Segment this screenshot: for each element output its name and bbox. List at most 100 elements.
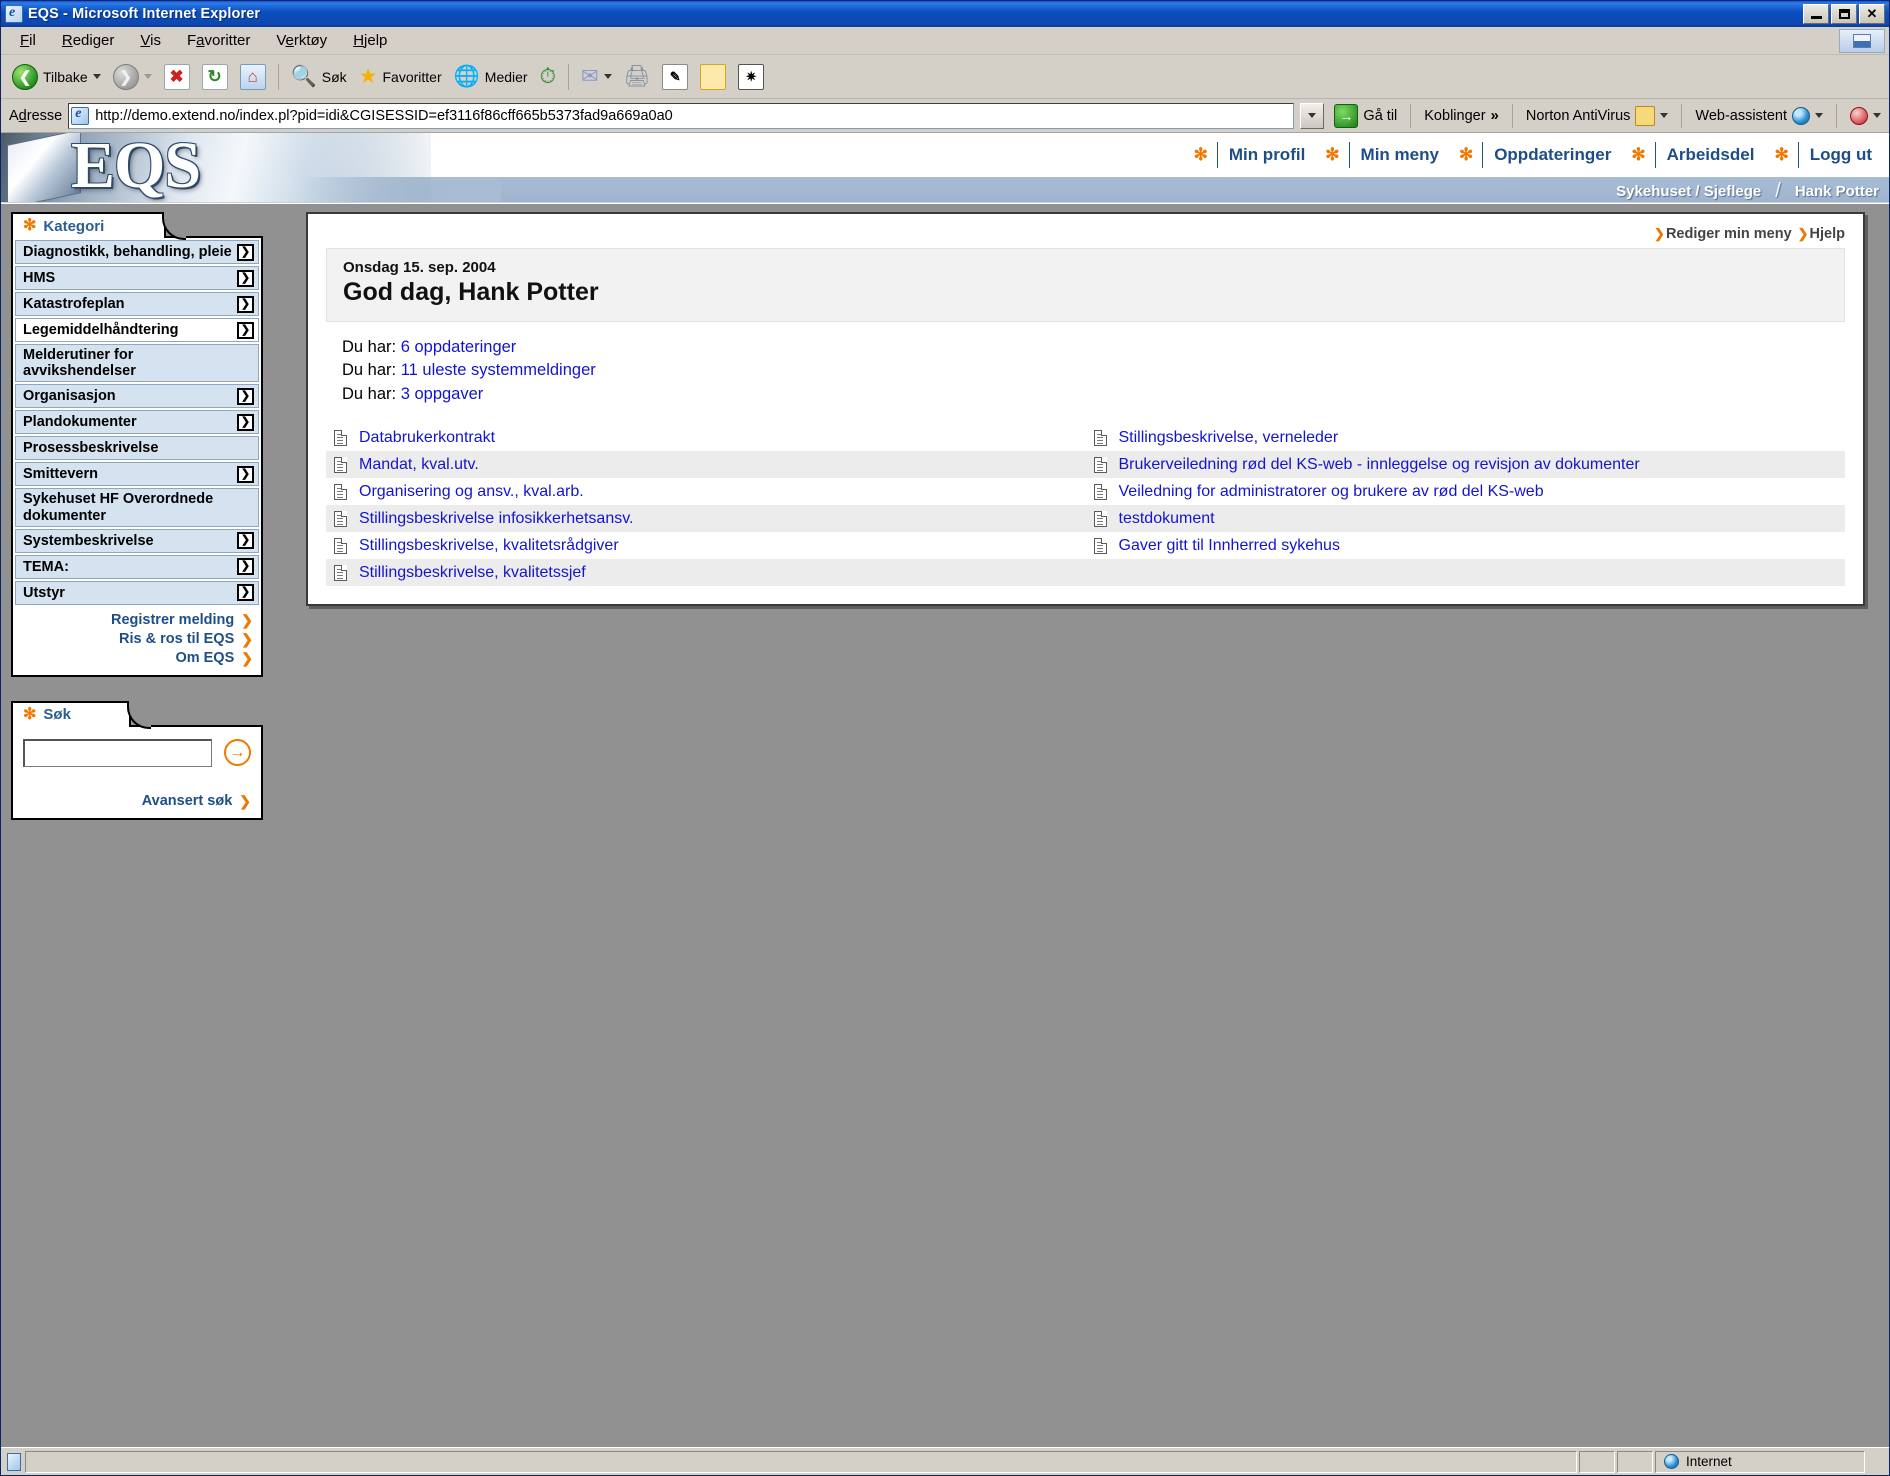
mail-dropdown-icon[interactable]	[603, 74, 612, 79]
acrobat-dropdown-icon[interactable]	[1873, 113, 1881, 118]
expand-arrow-icon[interactable]: ❯	[237, 413, 254, 431]
document-link[interactable]: Stillingsbeskrivelse infosikkerhetsansv.	[359, 510, 633, 528]
menu-vis[interactable]: Vis	[127, 29, 174, 52]
document-link[interactable]: testdokument	[1119, 510, 1215, 528]
sidebar-item-tema[interactable]: TEMA: ❯	[15, 554, 259, 579]
tasks-link[interactable]: 3 oppgaver	[401, 385, 484, 403]
refresh-button[interactable]: ↻	[197, 59, 233, 95]
system-messages-link[interactable]: 11 uleste systemmeldinger	[401, 361, 596, 379]
sidebar-item-melderutiner[interactable]: Melderutiner for avvikshendelser	[15, 344, 259, 383]
sidebar-item-diagnostikk[interactable]: Diagnostikk, behandling, pleie ❯	[15, 240, 259, 264]
sidebar-item-plandokumenter[interactable]: Plandokumenter ❯	[15, 410, 259, 435]
document-link[interactable]: Gaver gitt til Innherred sykehus	[1119, 537, 1340, 555]
address-input[interactable]: http://demo.extend.no/index.pl?pid=idi&C…	[68, 102, 1295, 129]
sidebar-item-utstyr[interactable]: Utstyr ❯	[15, 580, 259, 605]
advanced-search-link[interactable]: Avansert søk ❯	[23, 793, 251, 810]
address-dropdown-button[interactable]	[1300, 102, 1325, 129]
quick-link-om-eqs[interactable]: Om EQS ❯	[15, 649, 253, 668]
expand-arrow-icon[interactable]: ❯	[237, 465, 254, 483]
sidebar-item-smittevern[interactable]: Smittevern ❯	[15, 462, 259, 487]
table-row[interactable]: Brukerveiledning rød del KS-web - innleg…	[1085, 451, 1845, 479]
sidebar-item-organisasjon[interactable]: Organisasjon ❯	[15, 384, 259, 409]
web-assistent-button[interactable]: Web-assistent	[1691, 106, 1827, 125]
quick-link-registrer-melding[interactable]: Registrer melding ❯	[15, 611, 253, 630]
menu-fil[interactable]: Fil	[7, 29, 49, 52]
go-button[interactable]: → Gå til	[1330, 103, 1401, 128]
document-link[interactable]: Mandat, kval.utv.	[359, 456, 479, 474]
sidebar-item-hms[interactable]: HMS ❯	[15, 266, 259, 290]
media-button[interactable]: 🌐 Medier	[449, 59, 533, 95]
nav-logg-ut[interactable]: Logg ut	[1799, 145, 1883, 165]
table-row[interactable]: Mandat, kval.utv.	[326, 451, 1086, 479]
forward-dropdown-icon[interactable]	[143, 74, 152, 79]
minimize-button[interactable]	[1803, 4, 1829, 24]
sidebar-item-katastrofeplan[interactable]: Katastrofeplan ❯	[15, 292, 259, 316]
links-button[interactable]: Koblinger »	[1420, 107, 1503, 124]
home-button[interactable]: ⌂	[235, 59, 271, 95]
sidebar-item-systembeskrivelse[interactable]: Systembeskrivelse ❯	[15, 528, 259, 553]
expand-arrow-icon[interactable]: ❯	[237, 269, 254, 287]
table-row[interactable]: Organisering og ansv., kval.arb.	[326, 478, 1086, 505]
discuss-button[interactable]	[695, 59, 731, 95]
document-link[interactable]: Stillingsbeskrivelse, verneleder	[1119, 429, 1339, 447]
favorites-button[interactable]: ★ Favoritter	[354, 59, 447, 95]
mail-button[interactable]: ✉	[576, 59, 617, 95]
edit-my-menu-link[interactable]: Rediger min meny	[1666, 226, 1792, 242]
acrobat-toolbar-button[interactable]	[1846, 106, 1885, 125]
close-button[interactable]: ✕	[1859, 4, 1885, 24]
expand-arrow-icon[interactable]: ❯	[237, 584, 254, 602]
table-row[interactable]: Veiledning for administratorer og bruker…	[1086, 478, 1846, 505]
norton-antivirus-button[interactable]: Norton AntiVirus	[1522, 105, 1673, 126]
table-row[interactable]: Stillingsbeskrivelse infosikkerhetsansv.	[326, 505, 1086, 533]
search-button[interactable]: 🔍 Søk	[286, 59, 352, 95]
expand-arrow-icon[interactable]: ❯	[237, 387, 254, 405]
norton-dropdown-icon[interactable]	[1660, 113, 1669, 118]
eqs-logo[interactable]: EQS	[71, 133, 201, 201]
table-row[interactable]: Gaver gitt til Innherred sykehus	[1086, 532, 1846, 559]
table-row[interactable]: Stillingsbeskrivelse, kvalitetsrådgiver	[326, 532, 1086, 559]
expand-arrow-icon[interactable]: ❯	[237, 243, 254, 261]
table-row[interactable]: Stillingsbeskrivelse, verneleder	[1086, 424, 1846, 451]
expand-arrow-icon[interactable]: ❯	[237, 558, 254, 576]
expand-arrow-icon[interactable]: ❯	[237, 532, 254, 550]
document-link[interactable]: Veiledning for administratorer og bruker…	[1119, 483, 1544, 501]
links-chevron-icon[interactable]: »	[1491, 107, 1499, 124]
edit-button[interactable]: ✎	[657, 59, 693, 95]
nav-min-profil[interactable]: Min profil	[1218, 145, 1316, 165]
document-link[interactable]: Stillingsbeskrivelse, kvalitetsrådgiver	[359, 537, 619, 555]
sidebar-item-legemiddelhandtering[interactable]: Legemiddelhåndtering ❯	[15, 318, 259, 342]
sidebar-item-prosessbeskrivelse[interactable]: Prosessbeskrivelse	[15, 436, 259, 461]
restore-button[interactable]	[1831, 4, 1857, 24]
web-assistent-dropdown-icon[interactable]	[1815, 113, 1823, 118]
back-dropdown-icon[interactable]	[92, 74, 101, 79]
menu-verktoy[interactable]: Verktøy	[263, 29, 340, 52]
nav-arbeidsdel[interactable]: Arbeidsdel	[1656, 145, 1766, 165]
stop-button[interactable]: ✖	[159, 59, 195, 95]
menu-hjelp[interactable]: Hjelp	[340, 29, 400, 52]
resize-grip[interactable]	[1867, 1450, 1887, 1473]
messenger-button[interactable]: ✷	[733, 59, 769, 95]
updates-link[interactable]: 6 oppdateringer	[401, 338, 517, 356]
document-link[interactable]: Organisering og ansv., kval.arb.	[359, 483, 584, 501]
table-row[interactable]: testdokument	[1085, 505, 1845, 533]
document-link[interactable]: Stillingsbeskrivelse, kvalitetssjef	[359, 564, 586, 582]
back-button[interactable]: ❮ Tilbake	[7, 59, 106, 95]
search-submit-button[interactable]: →	[224, 739, 251, 767]
nav-oppdateringer[interactable]: Oppdateringer	[1483, 145, 1622, 165]
help-link[interactable]: Hjelp	[1810, 226, 1845, 242]
history-button[interactable]: ⏱	[535, 59, 561, 95]
forward-button[interactable]: ❯	[108, 59, 157, 95]
quick-link-ris-og-ros[interactable]: Ris & ros til EQS ❯	[15, 630, 253, 649]
table-row[interactable]: Databrukerkontrakt	[326, 424, 1086, 451]
expand-arrow-icon[interactable]: ❯	[237, 295, 254, 313]
menu-favoritter[interactable]: Favoritter	[174, 29, 263, 52]
print-button[interactable]: 🖨	[619, 59, 656, 95]
search-input[interactable]	[23, 738, 212, 767]
sidebar-item-sykehuset-hf[interactable]: Sykehuset HF Overordnede dokumenter	[15, 488, 259, 527]
table-row[interactable]: Stillingsbeskrivelse, kvalitetssjef	[326, 559, 1086, 587]
menu-rediger[interactable]: Rediger	[49, 29, 128, 52]
document-link[interactable]: Brukerveiledning rød del KS-web - innleg…	[1119, 456, 1640, 474]
document-link[interactable]: Databrukerkontrakt	[359, 429, 495, 447]
expand-arrow-icon[interactable]: ❯	[237, 321, 254, 339]
nav-min-meny[interactable]: Min meny	[1350, 145, 1450, 165]
